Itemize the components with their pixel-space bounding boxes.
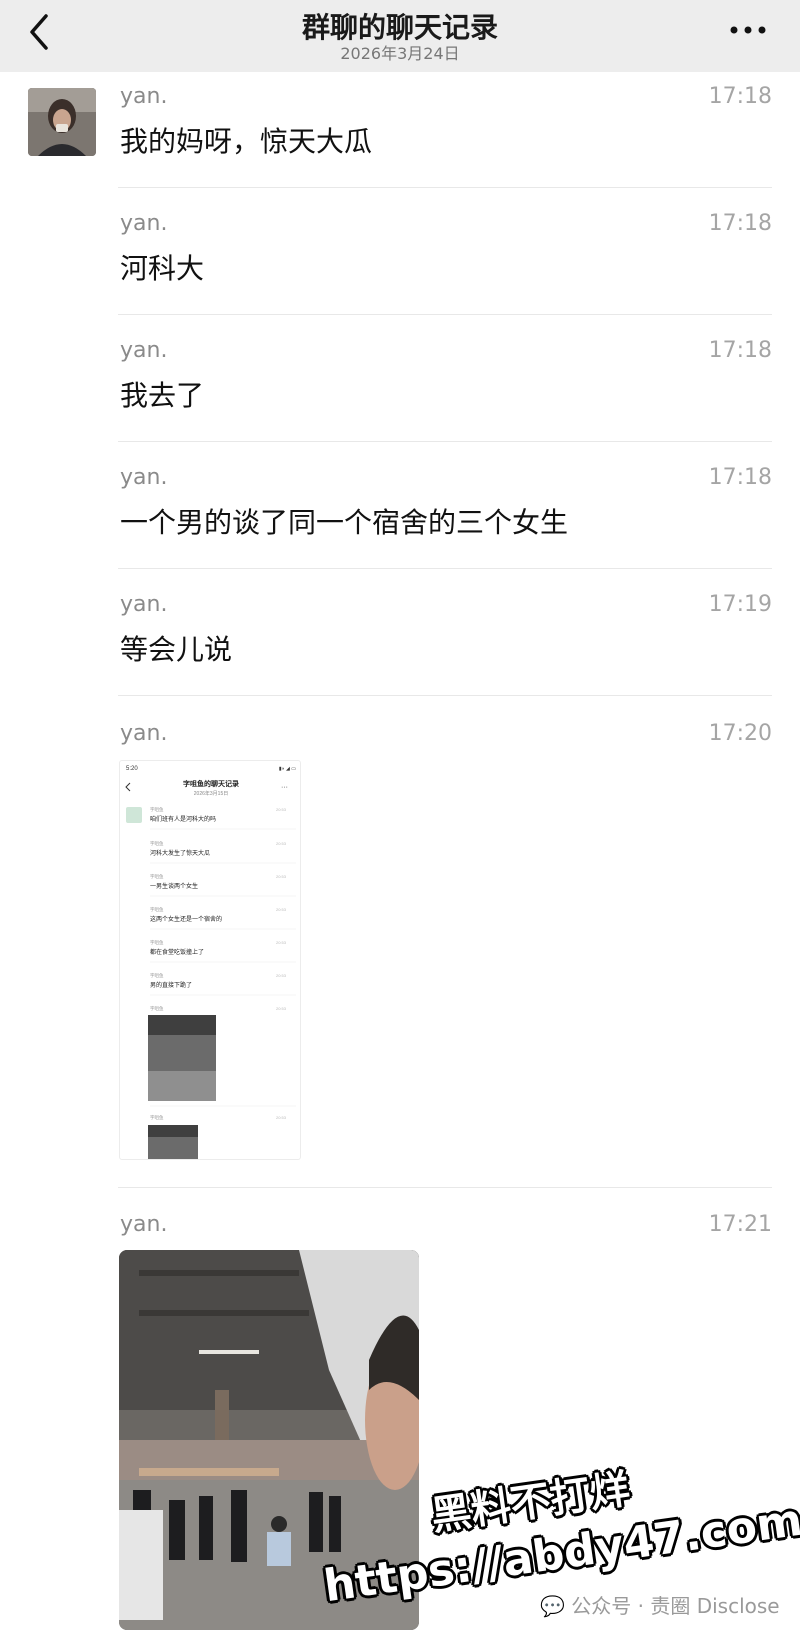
sender-name: yan. [120,1212,168,1237]
nested-title: 字咀鱼的聊天记录 [183,779,239,788]
message-item: yan. 17:18 河科大 [120,211,772,285]
message-divider [118,187,772,188]
message-item: yan. 17:20 [120,721,772,751]
more-button[interactable] [726,20,770,40]
svg-text:20:53: 20:53 [276,940,287,945]
message-time: 17:21 [708,1212,772,1237]
wechat-icon: 💬 [540,1594,565,1618]
nested-sender: 字咀鱼 [150,972,164,978]
nested-message-text: 男的直接下跪了 [150,981,192,989]
svg-text:20:53: 20:53 [276,874,287,879]
message-time: 17:18 [708,84,772,109]
message-time: 17:18 [708,338,772,363]
message-divider [118,568,772,569]
svg-text:20:53: 20:53 [276,841,287,846]
brand-watermark: 💬 公众号 · 责圈 Disclose [540,1590,780,1619]
nested-message-text: 这两个女生还是一个宿舍的 [150,915,222,923]
nested-sender: 字咀鱼 [150,840,164,846]
nested-status-time: 5:20 [126,766,138,772]
nested-message-text: 河科大发生了惊天大瓜 [150,849,210,857]
message-text[interactable]: 一个男的谈了同一个宿舍的三个女生 [120,501,568,541]
nested-sender: 字咀鱼 [150,1005,164,1011]
sender-name: yan. [120,592,168,617]
nested-message-text: 都在食堂吃饭撞上了 [150,948,204,956]
page-subtitle: 2026年3月24日 [340,44,460,63]
message-time: 17:19 [708,592,772,617]
sender-name: yan. [120,84,168,109]
nested-date: 2026年3月15日 [194,790,228,797]
message-time: 17:18 [708,211,772,236]
svg-text:···: ··· [281,784,288,791]
message-text[interactable]: 我去了 [120,374,204,414]
sender-name: yan. [120,338,168,363]
sender-name: yan. [120,721,168,746]
nested-sender: 字咀鱼 [150,906,164,912]
message-divider [118,441,772,442]
more-dots-icon [730,26,766,34]
svg-text:20:53: 20:53 [276,973,287,978]
svg-text:20:53: 20:53 [276,907,287,912]
nested-sender: 字咀鱼 [150,806,164,812]
message-divider [118,1187,772,1188]
nested-sender: 字咀鱼 [150,1114,164,1120]
message-text[interactable]: 河科大 [120,247,204,287]
chat-screenshot-image[interactable]: 5:20 ▮◗ ◢ ▭ 字咀鱼的聊天记录 2026年3月15日 ··· 字咀鱼 … [119,760,301,1160]
sender-name: yan. [120,465,168,490]
message-item: yan. 17:18 一个男的谈了同一个宿舍的三个女生 [120,465,772,539]
nested-sender: 字咀鱼 [150,873,164,879]
message-item: yan. 17:19 等会儿说 [120,592,772,666]
message-text[interactable]: 等会儿说 [120,628,232,668]
sender-name: yan. [120,211,168,236]
message-time: 17:20 [708,721,772,746]
brand-watermark-text: 公众号 · 责圈 Disclose [571,1594,780,1618]
svg-text:20:53: 20:53 [276,1006,287,1011]
svg-text:▮◗ ◢ ▭: ▮◗ ◢ ▭ [279,766,296,772]
svg-text:20:53: 20:53 [276,1115,287,1120]
avatar[interactable] [28,88,96,156]
message-item: yan. 17:18 我的妈呀，惊天大瓜 [120,84,772,158]
nested-sender: 字咀鱼 [150,939,164,945]
nested-message-text: 咱们班有人是河科大的吗 [150,815,216,823]
avatar-photo [28,88,96,156]
message-divider [118,314,772,315]
nested-chat-screenshot: 5:20 ▮◗ ◢ ▭ 字咀鱼的聊天记录 2026年3月15日 ··· 字咀鱼 … [125,766,296,1159]
nested-message-text: 一男生谈两个女生 [150,882,198,890]
message-item: yan. 17:18 我去了 [120,338,772,412]
message-text[interactable]: 我的妈呀，惊天大瓜 [120,120,372,160]
svg-text:20:53: 20:53 [276,807,287,812]
message-time: 17:18 [708,465,772,490]
message-item: yan. 17:21 [120,1212,772,1242]
message-divider [118,695,772,696]
top-bar: 群聊的聊天记录 2026年3月24日 [0,0,800,72]
